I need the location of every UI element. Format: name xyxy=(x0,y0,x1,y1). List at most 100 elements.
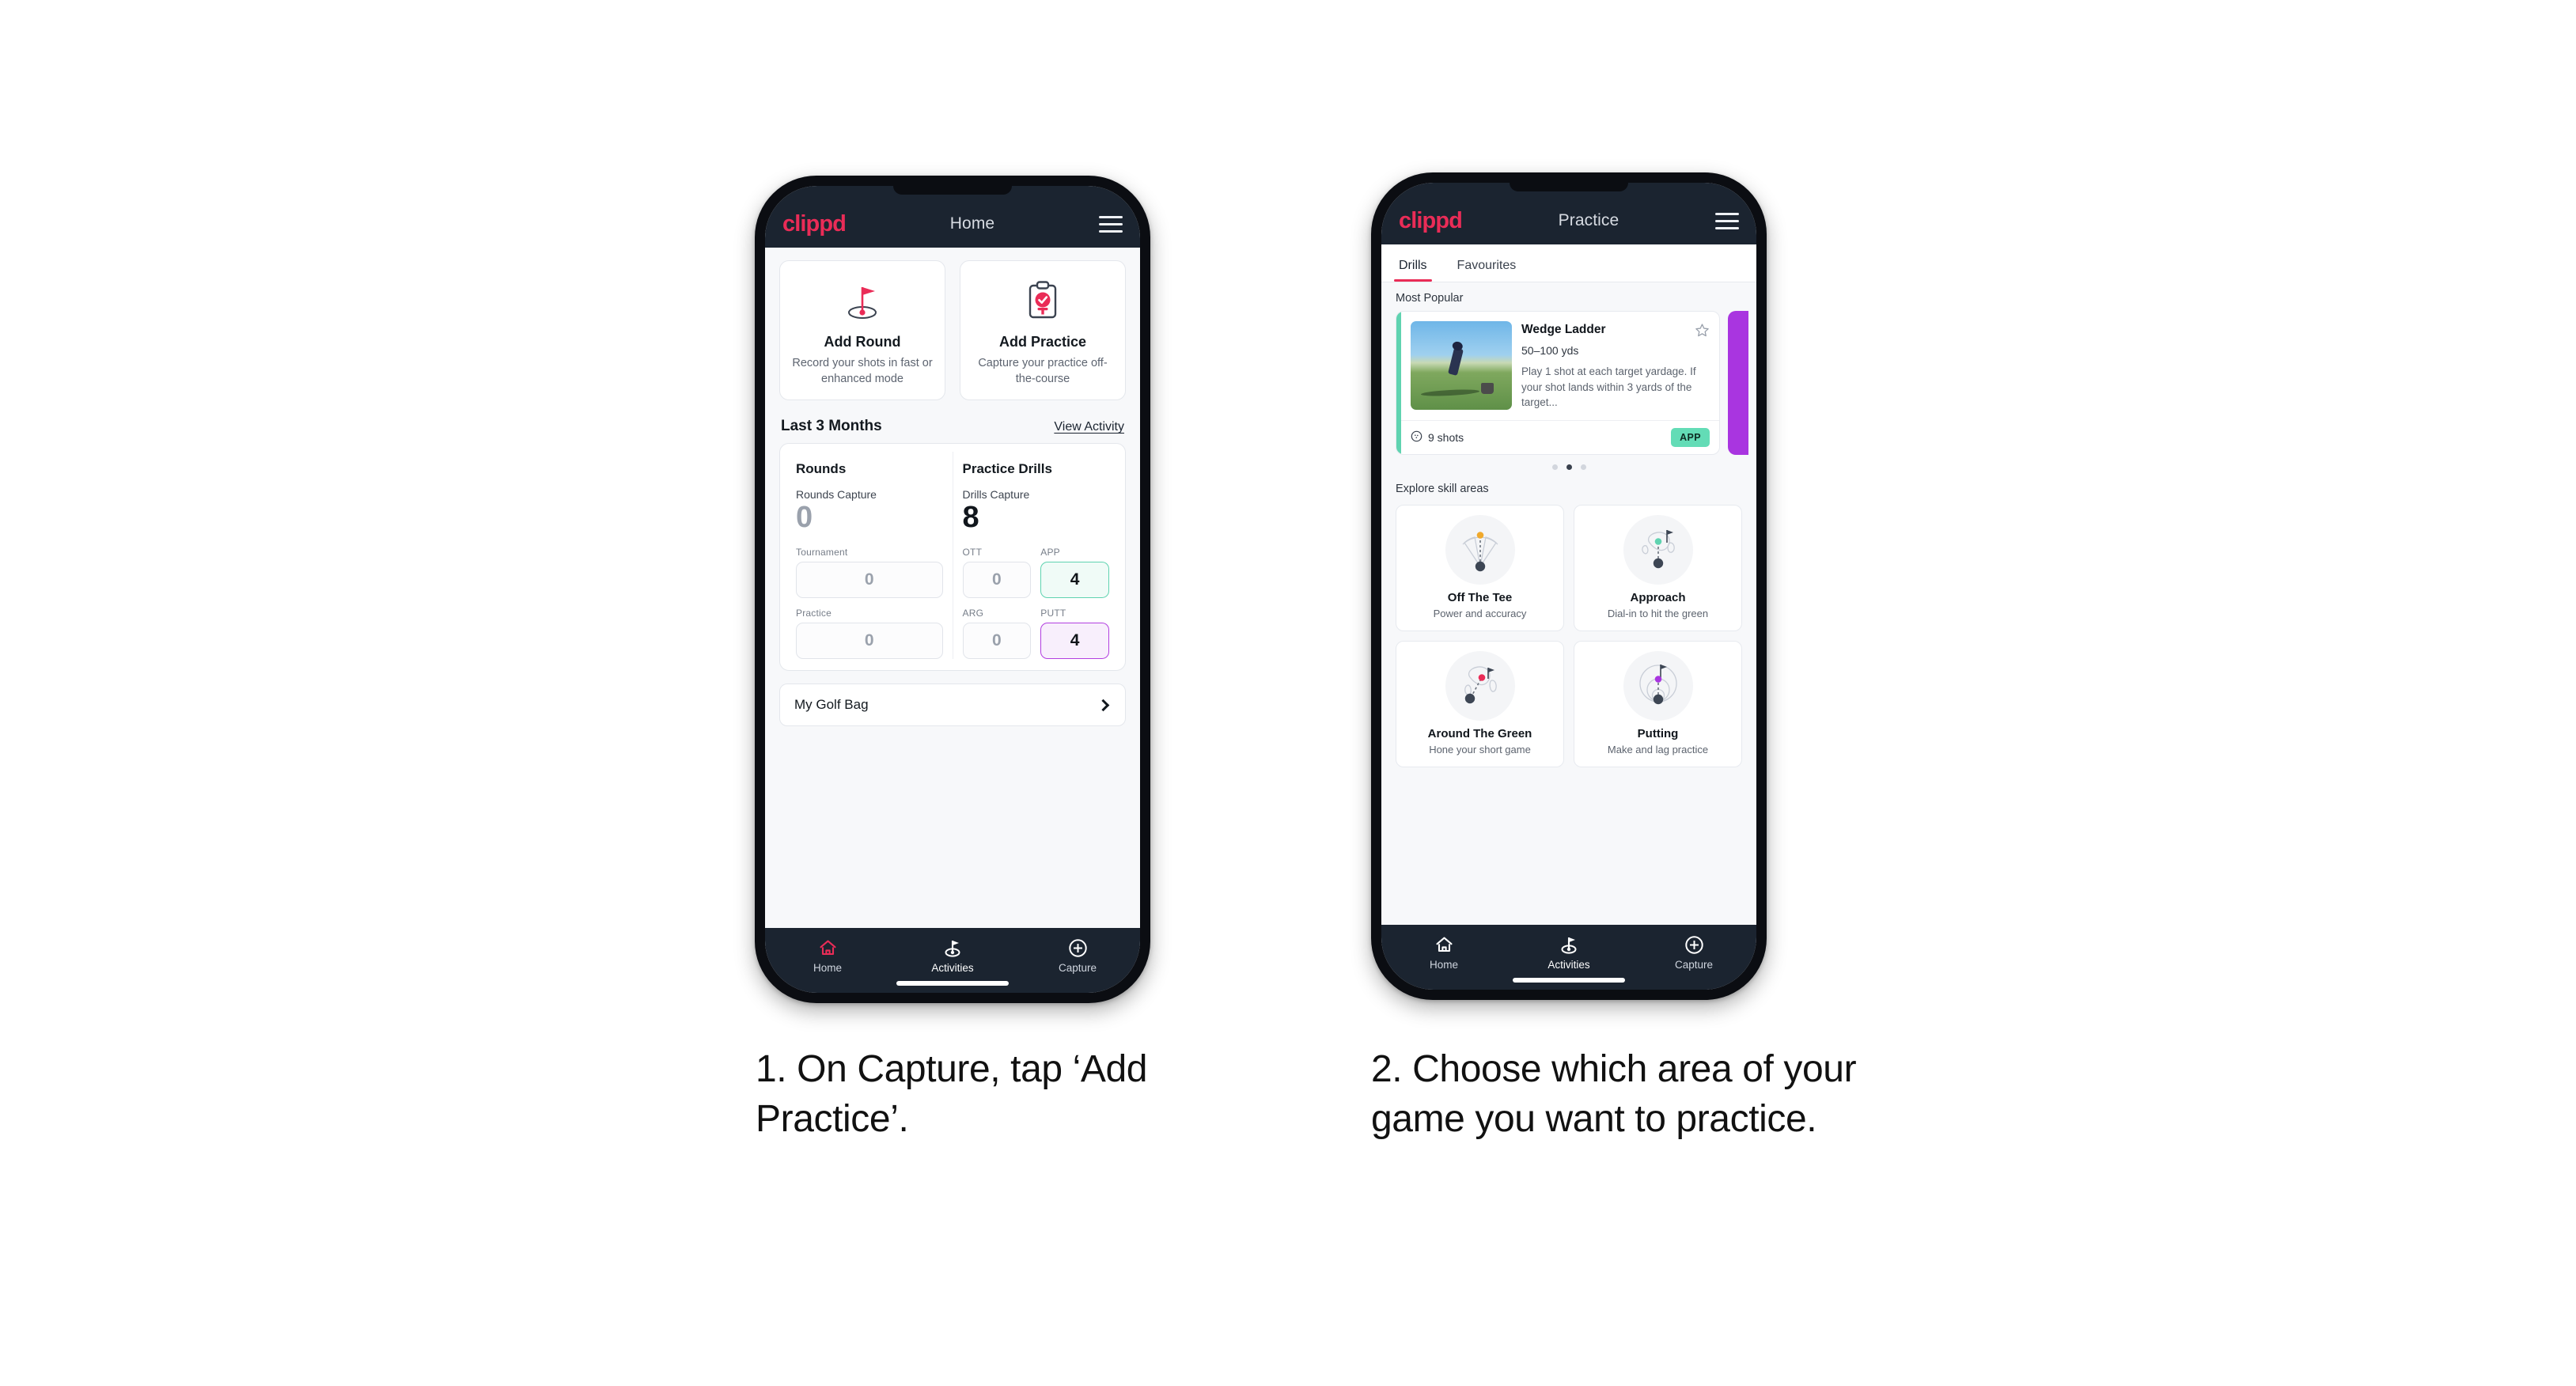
drill-thumbnail xyxy=(1411,321,1512,410)
drill-skill-badge: APP xyxy=(1671,427,1710,447)
home-icon xyxy=(1434,934,1454,955)
nav-item-capture[interactable]: Capture xyxy=(1016,937,1139,974)
app-bar-home: clippd Home xyxy=(765,186,1140,248)
carousel-dot[interactable] xyxy=(1580,464,1586,470)
app-label: APP xyxy=(1040,547,1060,559)
arg-field: ARG 0 xyxy=(962,608,1032,660)
skill-name: Putting xyxy=(1637,726,1679,740)
caption-step-two: 2. Choose which area of your game you wa… xyxy=(1371,1048,1857,1141)
phone-screen-home: clippd Home Add Round Record your shots … xyxy=(765,186,1140,993)
skill-card-putting[interactable]: Putting Make and lag practice xyxy=(1574,640,1742,767)
add-round-card[interactable]: Add Round Record your shots in fast or e… xyxy=(779,260,945,401)
drill-card-wedge-ladder[interactable]: Wedge Ladder 50–100 yds Play 1 shot at e… xyxy=(1396,311,1720,455)
practice-label: Practice xyxy=(796,608,832,619)
practice-drills-column: Practice Drills Drills Capture 8 OTT 0 A… xyxy=(953,452,1119,660)
clippd-logo[interactable]: clippd xyxy=(782,212,847,236)
hamburger-menu-icon[interactable] xyxy=(1099,215,1123,233)
stats-panel: Rounds Rounds Capture 0 Tournament 0 Pra… xyxy=(779,443,1126,672)
phone-notch xyxy=(1510,183,1628,191)
section-title: Last 3 Months xyxy=(781,418,882,435)
most-popular-label: Most Popular xyxy=(1396,292,1464,305)
drill-title: Wedge Ladder xyxy=(1521,323,1606,336)
skill-card-approach[interactable]: Approach Dial-in to hit the green xyxy=(1574,504,1742,631)
nav-item-activities[interactable]: Activities xyxy=(891,937,1014,974)
rounds-column: Rounds Rounds Capture 0 Tournament 0 Pra… xyxy=(786,452,953,660)
skill-subtitle: Power and accuracy xyxy=(1433,607,1527,619)
nav-item-capture[interactable]: Capture xyxy=(1632,934,1756,971)
arg-value[interactable]: 0 xyxy=(962,623,1032,660)
phone-mockup-home: clippd Home Add Round Record your shots … xyxy=(755,176,1150,1003)
nav-label-capture: Capture xyxy=(1674,959,1714,971)
hamburger-menu-icon[interactable] xyxy=(1715,212,1739,229)
rounds-practice-field: Practice 0 xyxy=(796,608,943,660)
carousel-dot-active[interactable] xyxy=(1566,464,1572,470)
last-3-months-header: Last 3 Months View Activity xyxy=(765,400,1140,443)
my-golf-bag-row[interactable]: My Golf Bag xyxy=(779,684,1126,727)
tab-drills[interactable]: Drills xyxy=(1394,259,1432,282)
skill-card-around-the-green[interactable]: Around The Green Hone your short game xyxy=(1396,640,1564,767)
star-outline-icon[interactable] xyxy=(1695,323,1710,342)
clippd-logo[interactable]: clippd xyxy=(1399,209,1463,233)
app-value[interactable]: 4 xyxy=(1040,562,1109,599)
caption-step-one: 1. On Capture, tap ‘Add Practice’. xyxy=(756,1048,1148,1141)
drills-capture-value: 8 xyxy=(962,501,979,535)
carousel-dot[interactable] xyxy=(1551,464,1558,470)
add-round-title: Add Round xyxy=(824,334,901,350)
drills-row-ott-app: OTT 0 APP 4 xyxy=(962,547,1109,599)
practice-value[interactable]: 0 xyxy=(796,623,943,660)
bottom-navigation-practice: Home Activities Capture xyxy=(1381,925,1756,990)
page-title: Practice xyxy=(1558,211,1619,229)
chip-around-green-icon xyxy=(1445,650,1515,721)
phone-notch xyxy=(893,186,1012,195)
golf-flag-icon xyxy=(942,937,963,958)
tutorial-stage: clippd Home Add Round Record your shots … xyxy=(0,0,2576,1386)
skill-name: Around The Green xyxy=(1427,726,1532,740)
plus-circle-icon xyxy=(1684,934,1704,955)
ott-value[interactable]: 0 xyxy=(962,562,1032,599)
home-indicator-bar xyxy=(1513,978,1625,983)
drill-carousel[interactable]: Wedge Ladder 50–100 yds Play 1 shot at e… xyxy=(1381,311,1756,455)
tournament-value[interactable]: 0 xyxy=(796,562,943,599)
practice-tabs: Drills Favourites xyxy=(1381,244,1756,282)
drills-row-arg-putt: ARG 0 PUTT 4 xyxy=(962,608,1109,660)
golf-flag-hole-icon xyxy=(840,277,885,326)
my-golf-bag-label: My Golf Bag xyxy=(794,697,869,713)
putt-label: PUTT xyxy=(1040,608,1066,619)
nav-label-capture: Capture xyxy=(1058,962,1097,974)
drill-shots: 9 shots xyxy=(1411,430,1464,445)
view-activity-link[interactable]: View Activity xyxy=(1054,420,1124,434)
approach-green-icon xyxy=(1623,514,1693,585)
rounds-tournament-field: Tournament 0 xyxy=(796,547,943,599)
clipboard-check-icon xyxy=(1023,277,1063,326)
drill-shots-label: 9 shots xyxy=(1428,430,1464,444)
ott-field: OTT 0 xyxy=(962,547,1032,599)
plus-circle-icon xyxy=(1068,937,1088,958)
nav-item-activities[interactable]: Activities xyxy=(1507,934,1631,971)
practice-drills-heading: Practice Drills xyxy=(962,461,1052,477)
nav-item-home[interactable]: Home xyxy=(1382,934,1506,971)
rounds-heading: Rounds xyxy=(796,461,847,477)
nav-label-activities: Activities xyxy=(1547,959,1590,971)
phone-mockup-practice: clippd Practice Drills Favourites Most P… xyxy=(1371,172,1767,1000)
skill-card-off-the-tee[interactable]: Off The Tee Power and accuracy xyxy=(1396,504,1564,631)
home-content: Add Round Record your shots in fast or e… xyxy=(765,248,1140,928)
nav-item-home[interactable]: Home xyxy=(766,937,889,974)
add-practice-title: Add Practice xyxy=(998,334,1087,350)
app-bar-practice: clippd Practice xyxy=(1381,183,1756,244)
ott-label: OTT xyxy=(962,547,983,559)
tab-favourites[interactable]: Favourites xyxy=(1453,259,1521,282)
skill-subtitle: Dial-in to hit the green xyxy=(1607,607,1709,619)
drill-meta: Wedge Ladder 50–100 yds Play 1 shot at e… xyxy=(1521,321,1710,411)
drill-card-footer: 9 shots APP xyxy=(1396,419,1719,454)
skill-area-grid: Off The Tee Power and accuracy Approach … xyxy=(1381,502,1756,767)
drill-card-next-peek[interactable] xyxy=(1728,311,1748,455)
carousel-dots xyxy=(1381,455,1756,473)
rounds-capture-label: Rounds Capture xyxy=(796,488,877,502)
add-practice-card[interactable]: Add Practice Capture your practice off-t… xyxy=(960,260,1126,401)
tournament-label: Tournament xyxy=(796,547,848,559)
home-indicator-bar xyxy=(896,981,1009,986)
drills-capture-label: Drills Capture xyxy=(962,488,1030,502)
nav-label-activities: Activities xyxy=(931,962,974,974)
putt-value[interactable]: 4 xyxy=(1040,623,1109,660)
golf-flag-icon xyxy=(1559,934,1579,955)
